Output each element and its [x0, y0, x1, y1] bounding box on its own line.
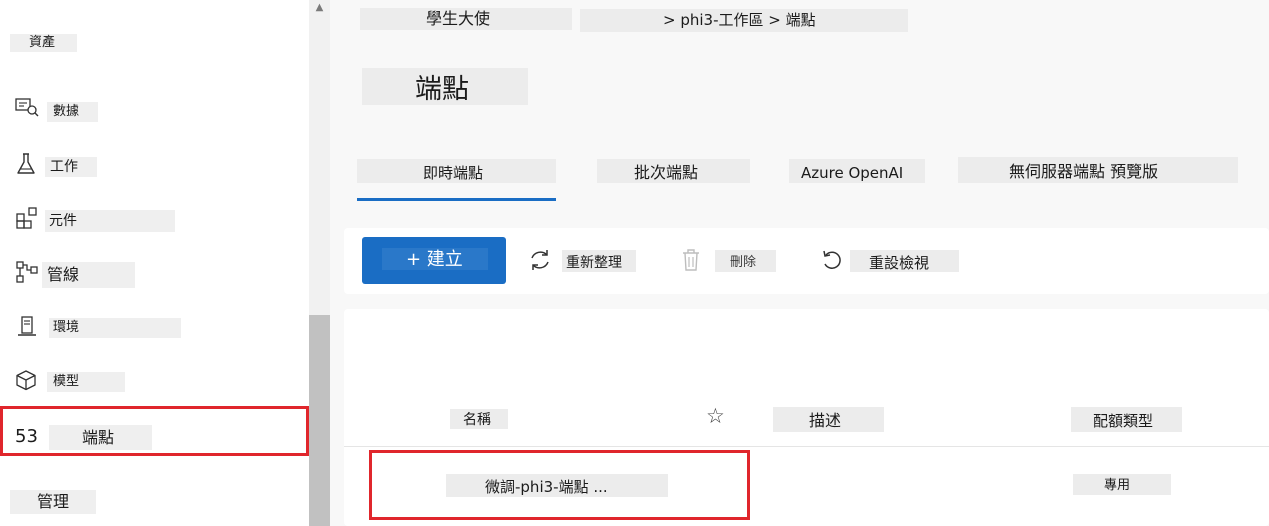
sidebar-item-pipelines[interactable]: 管線 [0, 254, 300, 294]
refresh-label: 重新整理 [562, 250, 636, 272]
scroll-up-arrow-icon[interactable]: ▲ [313, 3, 326, 13]
sidebar-item-components[interactable]: 元件 [0, 200, 300, 240]
sidebar: 資產 數據 工作 元件 管線 環境 模型 53 端點 管理 [0, 0, 309, 526]
sidebar-item-label: 數據 [47, 102, 98, 122]
delete-button[interactable]: 刪除 [678, 242, 778, 278]
highlight-box-sidebar [0, 406, 309, 456]
tab-azure-openai[interactable]: Azure OpenAI [789, 159, 925, 183]
undo-icon [818, 246, 846, 274]
tab-label: 批次端點 [597, 159, 750, 183]
breadcrumb-workspace-root[interactable]: 學生大使 [360, 8, 572, 30]
assets-heading: 資產 [10, 34, 77, 52]
sidebar-item-jobs[interactable]: 工作 [0, 146, 300, 186]
tab-label: 無伺服器端點 預覽版 [958, 157, 1238, 183]
favorite-star-icon[interactable]: ☆ [706, 403, 725, 429]
data-icon [14, 96, 40, 118]
breadcrumb: 學生大使 > phi3-工作區 > 端點 [358, 8, 910, 34]
breadcrumb-path[interactable]: > phi3-工作區 > 端點 [580, 9, 908, 32]
cube-icon [14, 368, 38, 392]
create-button-label: + 建立 [406, 249, 463, 270]
environment-icon [14, 313, 40, 339]
tab-active-indicator [357, 198, 556, 201]
table-header: 名稱 ☆ 描述 配額類型 [344, 404, 1269, 438]
reset-view-label: 重設檢視 [850, 250, 959, 272]
tab-bar: 即時端點 批次端點 Azure OpenAI 無伺服器端點 預覽版 [355, 155, 1255, 203]
trash-icon [679, 246, 703, 274]
flask-icon [14, 151, 38, 177]
sidebar-item-environments[interactable]: 環境 [0, 308, 300, 348]
sidebar-item-label: 元件 [45, 210, 175, 232]
toolbar: + 建立 重新整理 刪除 重設檢視 [344, 228, 1269, 294]
pipeline-icon [13, 258, 41, 286]
sidebar-item-data[interactable]: 數據 [0, 92, 300, 132]
sidebar-scrollbar-thumb[interactable] [309, 315, 330, 526]
components-icon [14, 205, 40, 231]
tab-serverless-endpoints[interactable]: 無伺服器端點 預覽版 [958, 157, 1238, 183]
sidebar-item-label: 環境 [49, 318, 181, 338]
sidebar-item-label: 管線 [42, 262, 135, 288]
sidebar-item-models[interactable]: 模型 [0, 362, 300, 402]
delete-label: 刪除 [715, 250, 776, 272]
quota-type-cell: 專用 [1073, 474, 1171, 495]
refresh-button[interactable]: 重新整理 [524, 242, 639, 278]
reset-view-button[interactable]: 重設檢視 [818, 242, 963, 278]
manage-heading: 管理 [10, 490, 96, 514]
tab-batch-endpoints[interactable]: 批次端點 [597, 159, 750, 183]
highlight-box-endpoint-row [369, 450, 750, 520]
sidebar-item-label: 模型 [47, 372, 125, 392]
column-header-description[interactable]: 描述 [773, 407, 884, 432]
column-header-quota-type[interactable]: 配額類型 [1071, 407, 1182, 432]
tab-realtime-endpoints[interactable]: 即時端點 [357, 159, 556, 201]
column-header-name[interactable]: 名稱 [450, 409, 508, 429]
header-divider [344, 446, 1269, 447]
sidebar-item-label: 工作 [45, 157, 97, 177]
tab-label: 即時端點 [357, 159, 556, 183]
tab-label: Azure OpenAI [789, 159, 925, 183]
create-button[interactable]: + 建立 [362, 237, 506, 284]
refresh-icon [526, 246, 554, 274]
page-title: 端點 [362, 68, 528, 105]
